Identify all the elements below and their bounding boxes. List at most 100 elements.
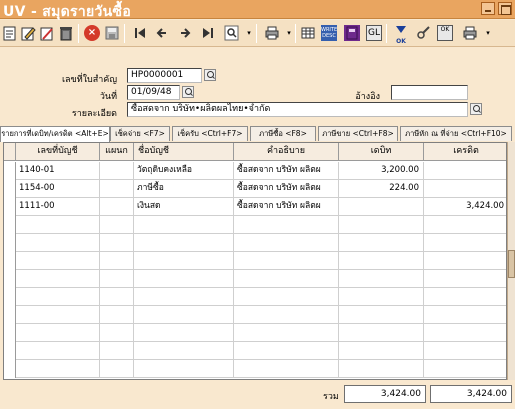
table-row[interactable] (4, 234, 506, 252)
reference-field[interactable] (391, 85, 468, 100)
cell-account-name[interactable] (134, 216, 234, 234)
cell-debit[interactable]: 3,200.00 (339, 162, 424, 180)
cell-dept[interactable] (100, 180, 134, 198)
scrollbar-thumb[interactable] (508, 250, 515, 278)
cell-debit[interactable] (339, 198, 424, 216)
cancel-icon[interactable]: × (84, 25, 100, 41)
new-doc-icon[interactable] (2, 25, 18, 41)
print-setup-icon[interactable] (462, 25, 478, 41)
cell-description[interactable]: ซื้อสดจาก บริษัท ผลิตผ (234, 162, 339, 180)
cell-description[interactable] (234, 306, 339, 324)
delete-icon[interactable] (58, 25, 74, 41)
write-desc-icon[interactable]: WRITE DESC (321, 25, 337, 41)
cell-account[interactable] (16, 216, 100, 234)
grid-scrollbar[interactable] (507, 142, 515, 380)
cell-description[interactable] (234, 252, 339, 270)
table-row[interactable]: 1140-01 วัตถุดิบคงเหลือ ซื้อสดจาก บริษัท ผ… (4, 162, 506, 180)
cell-account[interactable] (16, 252, 100, 270)
table-row[interactable] (4, 270, 506, 288)
tab-debit-credit[interactable]: รายการที่เดบิท/เครดิต <Alt+E> (0, 126, 110, 142)
table-row[interactable]: 1154-00 ภาษีซื้อ ซื้อสดจาก บริษัท ผลิตผ 224… (4, 180, 506, 198)
tools-icon[interactable] (415, 25, 431, 41)
last-icon[interactable] (200, 25, 216, 41)
cell-account[interactable]: 1140-01 (16, 162, 100, 180)
cell-account[interactable] (16, 342, 100, 360)
cell-description[interactable] (234, 288, 339, 306)
edit-icon[interactable] (20, 25, 36, 41)
cell-credit[interactable] (424, 234, 506, 252)
detail-field[interactable]: ซื้อสดจาก บริษัท•ผลิตผลไทย•จำกัด (127, 102, 468, 117)
header-debit[interactable]: เดบิท (339, 143, 424, 161)
cell-account-name[interactable] (134, 288, 234, 306)
cell-account-name[interactable] (134, 360, 234, 378)
cell-credit[interactable] (424, 342, 506, 360)
cell-debit[interactable] (339, 324, 424, 342)
table-row[interactable] (4, 360, 506, 378)
table-row[interactable] (4, 216, 506, 234)
cell-debit[interactable] (339, 270, 424, 288)
cell-debit[interactable]: 224.00 (339, 180, 424, 198)
cell-account[interactable] (16, 270, 100, 288)
cell-dept[interactable] (100, 306, 134, 324)
book-icon[interactable] (344, 25, 360, 41)
header-account[interactable]: เลขที่บัญชี (16, 143, 100, 161)
voucher-search-icon[interactable] (204, 69, 216, 81)
cell-account[interactable] (16, 288, 100, 306)
cell-debit[interactable] (339, 252, 424, 270)
ok2-icon[interactable]: OK (437, 25, 453, 41)
cell-debit[interactable] (339, 288, 424, 306)
cell-credit[interactable] (424, 252, 506, 270)
cell-dept[interactable] (100, 252, 134, 270)
tab-cheque-payment[interactable]: เช็คจ่าย <F7> (110, 126, 170, 141)
cell-credit[interactable] (424, 270, 506, 288)
cell-description[interactable]: ซื้อสดจาก บริษัท ผลิตผ (234, 180, 339, 198)
cell-dept[interactable] (100, 234, 134, 252)
cell-credit[interactable]: 3,424.00 (424, 198, 506, 216)
date-picker-icon[interactable] (182, 86, 194, 98)
cell-description[interactable] (234, 216, 339, 234)
find-icon[interactable] (224, 25, 240, 41)
cell-account-name[interactable] (134, 306, 234, 324)
find-dropdown-icon[interactable]: ▾ (241, 25, 257, 41)
minimize-button[interactable] (481, 2, 495, 15)
gl-icon[interactable]: GL (366, 25, 382, 41)
cell-debit[interactable] (339, 360, 424, 378)
cell-credit[interactable] (424, 216, 506, 234)
prev-icon[interactable] (154, 25, 170, 41)
tab-cheque-receipt[interactable]: เช็ครับ <Ctrl+F7> (172, 126, 248, 141)
cell-credit[interactable] (424, 306, 506, 324)
table-row[interactable] (4, 288, 506, 306)
tab-purchase-tax[interactable]: ภาษีซื้อ <F8> (250, 126, 316, 141)
cell-account-name[interactable]: เงินสด (134, 198, 234, 216)
header-credit[interactable]: เครดิต (424, 143, 506, 161)
cell-description[interactable] (234, 234, 339, 252)
cell-account[interactable] (16, 360, 100, 378)
cell-debit[interactable] (339, 306, 424, 324)
cell-account[interactable]: 1111-00 (16, 198, 100, 216)
cell-account-name[interactable] (134, 270, 234, 288)
cell-credit[interactable] (424, 360, 506, 378)
table-row[interactable] (4, 252, 506, 270)
cell-dept[interactable] (100, 324, 134, 342)
cell-account[interactable] (16, 234, 100, 252)
cell-dept[interactable] (100, 360, 134, 378)
table-row[interactable] (4, 306, 506, 324)
table-row[interactable] (4, 324, 506, 342)
table-row[interactable]: 1111-00 เงินสด ซื้อสดจาก บริษัท ผลิตผ 3,424… (4, 198, 506, 216)
ok-icon[interactable]: OK (393, 25, 409, 45)
tab-withholding-tax[interactable]: ภาษีหัก ณ ที่จ่าย <Ctrl+F10> (400, 126, 512, 141)
cell-dept[interactable] (100, 342, 134, 360)
header-account-name[interactable]: ชื่อบัญชี (134, 143, 234, 161)
voucher-field[interactable]: HP0000001 (127, 68, 202, 83)
cell-account-name[interactable] (134, 324, 234, 342)
cell-credit[interactable] (424, 180, 506, 198)
detail-search-icon[interactable] (470, 103, 482, 115)
cell-account[interactable] (16, 306, 100, 324)
cell-dept[interactable] (100, 162, 134, 180)
first-icon[interactable] (132, 25, 148, 41)
cell-account-name[interactable]: วัตถุดิบคงเหลือ (134, 162, 234, 180)
print-icon[interactable] (264, 25, 280, 41)
cell-debit[interactable] (339, 216, 424, 234)
cell-description[interactable]: ซื้อสดจาก บริษัท ผลิตผ (234, 198, 339, 216)
cell-dept[interactable] (100, 288, 134, 306)
